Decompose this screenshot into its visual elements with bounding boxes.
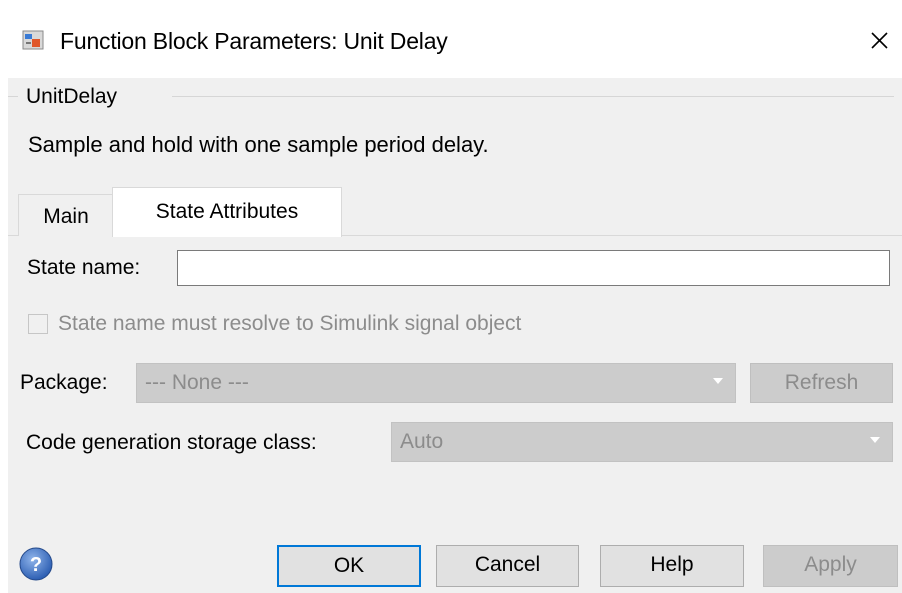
window-title: Function Block Parameters: Unit Delay	[60, 28, 448, 54]
close-icon[interactable]	[862, 22, 896, 58]
resolve-signal-checkbox[interactable]	[28, 314, 48, 334]
apply-button-label: Apply	[804, 553, 857, 576]
chevron-down-icon	[713, 378, 723, 384]
title-bar: Function Block Parameters: Unit Delay	[0, 0, 902, 78]
tab-state-attributes-label: State Attributes	[155, 200, 299, 223]
state-name-label: State name:	[27, 256, 141, 279]
chevron-down-icon	[870, 437, 880, 443]
storage-class-label: Code generation storage class:	[26, 431, 317, 454]
tab-main[interactable]: Main	[18, 194, 114, 236]
resolve-signal-checkbox-label: State name must resolve to Simulink sign…	[58, 312, 522, 335]
tab-state-attributes[interactable]: State Attributes	[112, 187, 342, 237]
group-border	[172, 96, 894, 97]
refresh-button[interactable]: Refresh	[750, 363, 893, 403]
tab-main-label: Main	[43, 205, 89, 228]
svg-text:?: ?	[30, 554, 42, 576]
storage-class-dropdown-value: Auto	[400, 430, 444, 453]
package-dropdown-value: --- None ---	[145, 371, 249, 394]
help-icon[interactable]: ?	[18, 546, 54, 582]
package-label: Package:	[20, 371, 108, 394]
ok-button[interactable]: OK	[277, 545, 421, 587]
help-button[interactable]: Help	[600, 545, 744, 587]
footer-separator	[8, 511, 902, 512]
ok-button-label: OK	[333, 554, 365, 577]
package-dropdown[interactable]: --- None ---	[136, 363, 736, 403]
cancel-button[interactable]: Cancel	[436, 545, 579, 587]
simulink-block-icon	[22, 30, 44, 50]
refresh-button-label: Refresh	[784, 371, 859, 394]
cancel-button-label: Cancel	[474, 553, 541, 576]
state-name-input[interactable]	[177, 250, 890, 286]
storage-class-dropdown[interactable]: Auto	[391, 422, 893, 462]
group-border	[8, 96, 18, 97]
block-type-label: UnitDelay	[26, 85, 118, 108]
block-description: Sample and hold with one sample period d…	[28, 132, 489, 157]
help-button-label: Help	[650, 553, 694, 576]
apply-button[interactable]: Apply	[763, 545, 898, 587]
